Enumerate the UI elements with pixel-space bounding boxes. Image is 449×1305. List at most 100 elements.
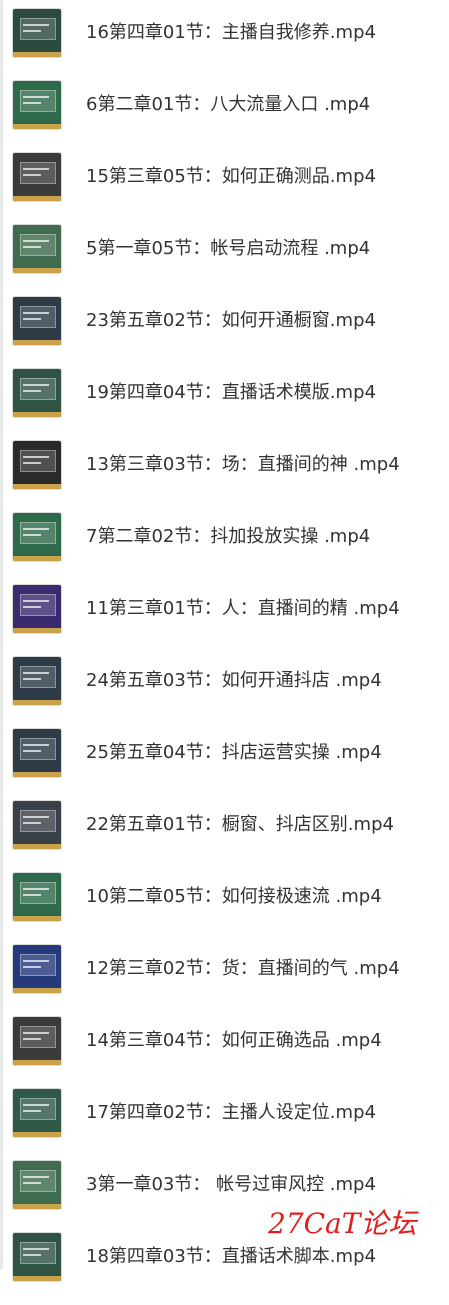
thumbnail-decoration — [23, 606, 41, 608]
thumbnail-decoration — [20, 450, 56, 472]
thumbnail-decoration — [20, 522, 56, 544]
file-row[interactable]: 15第三章05节：如何正确测品.mp4 — [0, 153, 449, 225]
thumbnail-decoration — [13, 772, 61, 777]
thumbnail-decoration — [13, 844, 61, 849]
file-row[interactable]: 24第五章03节：如何开通抖店 .mp4 — [0, 657, 449, 729]
video-thumbnail-icon[interactable] — [13, 1161, 61, 1209]
watermark: 27CaT论坛 — [268, 1207, 417, 1240]
thumbnail-decoration — [23, 1248, 49, 1250]
thumbnail-decoration — [20, 954, 56, 976]
video-thumbnail-icon[interactable] — [13, 585, 61, 633]
thumbnail-decoration — [23, 312, 49, 314]
video-thumbnail-icon[interactable] — [13, 369, 61, 417]
file-row[interactable]: 6第二章01节：八大流量入口 .mp4 — [0, 81, 449, 153]
thumbnail-decoration — [20, 810, 56, 832]
thumbnail-decoration — [23, 102, 41, 104]
thumbnail-decoration — [23, 168, 49, 170]
file-row[interactable]: 22第五章01节：橱窗、抖店区别.mp4 — [0, 801, 449, 873]
thumbnail-decoration — [20, 1242, 56, 1264]
thumbnail-decoration — [13, 628, 61, 633]
thumbnail-decoration — [23, 462, 41, 464]
video-thumbnail-icon[interactable] — [13, 1233, 61, 1281]
video-thumbnail-icon[interactable] — [13, 513, 61, 561]
thumbnail-decoration — [20, 162, 56, 184]
thumbnail-decoration — [20, 306, 56, 328]
thumbnail-decoration — [23, 1104, 49, 1106]
file-name[interactable]: 16第四章01节：主播自我修养.mp4 — [86, 21, 376, 45]
thumbnail-decoration — [23, 24, 49, 26]
thumbnail-decoration — [13, 1060, 61, 1065]
file-row[interactable]: 19第四章04节：直播话术模版.mp4 — [0, 369, 449, 441]
video-thumbnail-icon[interactable] — [13, 1089, 61, 1137]
thumbnail-decoration — [20, 234, 56, 256]
file-name[interactable]: 13第三章03节：场：直播间的神 .mp4 — [86, 453, 400, 477]
file-name[interactable]: 15第三章05节：如何正确测品.mp4 — [86, 165, 376, 189]
file-row[interactable]: 11第三章01节：人：直播间的精 .mp4 — [0, 585, 449, 657]
file-name[interactable]: 18第四章03节：直播话术脚本.mp4 — [86, 1245, 376, 1269]
thumbnail-decoration — [23, 672, 49, 674]
thumbnail-decoration — [23, 174, 41, 176]
video-thumbnail-icon[interactable] — [13, 1017, 61, 1065]
thumbnail-decoration — [23, 456, 49, 458]
file-name[interactable]: 7第二章02节：抖加投放实操 .mp4 — [86, 525, 370, 549]
video-thumbnail-icon[interactable] — [13, 873, 61, 921]
thumbnail-decoration — [20, 90, 56, 112]
thumbnail-decoration — [13, 916, 61, 921]
thumbnail-decoration — [23, 534, 41, 536]
file-row[interactable]: 25第五章04节：抖店运营实操 .mp4 — [0, 729, 449, 801]
file-name[interactable]: 25第五章04节：抖店运营实操 .mp4 — [86, 741, 382, 765]
thumbnail-decoration — [20, 882, 56, 904]
file-name[interactable]: 10第二章05节：如何接极速流 .mp4 — [86, 885, 382, 909]
thumbnail-decoration — [20, 1170, 56, 1192]
thumbnail-decoration — [13, 1276, 61, 1281]
file-row[interactable]: 13第三章03节：场：直播间的神 .mp4 — [0, 441, 449, 513]
thumbnail-decoration — [13, 1132, 61, 1137]
video-thumbnail-icon[interactable] — [13, 945, 61, 993]
file-row[interactable]: 12第三章02节：货：直播间的气 .mp4 — [0, 945, 449, 1017]
file-row[interactable]: 18第四章03节：直播话术脚本.mp4 — [0, 1233, 449, 1305]
thumbnail-decoration — [23, 960, 49, 962]
file-name[interactable]: 5第一章05节：帐号启动流程 .mp4 — [86, 237, 370, 261]
video-thumbnail-icon[interactable] — [13, 297, 61, 345]
video-thumbnail-icon[interactable] — [13, 729, 61, 777]
thumbnail-decoration — [23, 816, 49, 818]
file-row[interactable]: 16第四章01节：主播自我修养.mp4 — [0, 9, 449, 81]
file-row[interactable]: 14第三章04节：如何正确选品 .mp4 — [0, 1017, 449, 1089]
file-name[interactable]: 17第四章02节：主播人设定位.mp4 — [86, 1101, 376, 1125]
video-thumbnail-icon[interactable] — [13, 657, 61, 705]
thumbnail-decoration — [23, 822, 41, 824]
file-name[interactable]: 19第四章04节：直播话术模版.mp4 — [86, 381, 376, 405]
file-name[interactable]: 6第二章01节：八大流量入口 .mp4 — [86, 93, 370, 117]
thumbnail-decoration — [13, 124, 61, 129]
video-thumbnail-icon[interactable] — [13, 81, 61, 129]
file-row[interactable]: 10第二章05节：如何接极速流 .mp4 — [0, 873, 449, 945]
thumbnail-decoration — [20, 738, 56, 760]
file-name[interactable]: 14第三章04节：如何正确选品 .mp4 — [86, 1029, 382, 1053]
video-thumbnail-icon[interactable] — [13, 441, 61, 489]
video-thumbnail-icon[interactable] — [13, 225, 61, 273]
thumbnail-decoration — [23, 528, 49, 530]
file-row[interactable]: 7第二章02节：抖加投放实操 .mp4 — [0, 513, 449, 585]
thumbnail-decoration — [20, 1026, 56, 1048]
file-row[interactable]: 17第四章02节：主播人设定位.mp4 — [0, 1089, 449, 1161]
video-thumbnail-icon[interactable] — [13, 153, 61, 201]
thumbnail-decoration — [23, 750, 41, 752]
video-thumbnail-icon[interactable] — [13, 9, 61, 57]
file-name[interactable]: 22第五章01节：橱窗、抖店区别.mp4 — [86, 813, 394, 837]
thumbnail-decoration — [23, 318, 41, 320]
thumbnail-decoration — [23, 96, 49, 98]
thumbnail-decoration — [23, 966, 41, 968]
thumbnail-decoration — [23, 1254, 41, 1256]
file-row[interactable]: 23第五章02节：如何开通橱窗.mp4 — [0, 297, 449, 369]
file-name[interactable]: 23第五章02节：如何开通橱窗.mp4 — [86, 309, 376, 333]
file-name[interactable]: 24第五章03节：如何开通抖店 .mp4 — [86, 669, 382, 693]
thumbnail-decoration — [23, 30, 41, 32]
video-thumbnail-icon[interactable] — [13, 801, 61, 849]
file-name[interactable]: 11第三章01节：人：直播间的精 .mp4 — [86, 597, 400, 621]
thumbnail-decoration — [13, 340, 61, 345]
file-name[interactable]: 3第一章03节： 帐号过审风控 .mp4 — [86, 1173, 376, 1197]
thumbnail-decoration — [20, 666, 56, 688]
file-name[interactable]: 12第三章02节：货：直播间的气 .mp4 — [86, 957, 400, 981]
file-row[interactable]: 5第一章05节：帐号启动流程 .mp4 — [0, 225, 449, 297]
thumbnail-decoration — [20, 594, 56, 616]
